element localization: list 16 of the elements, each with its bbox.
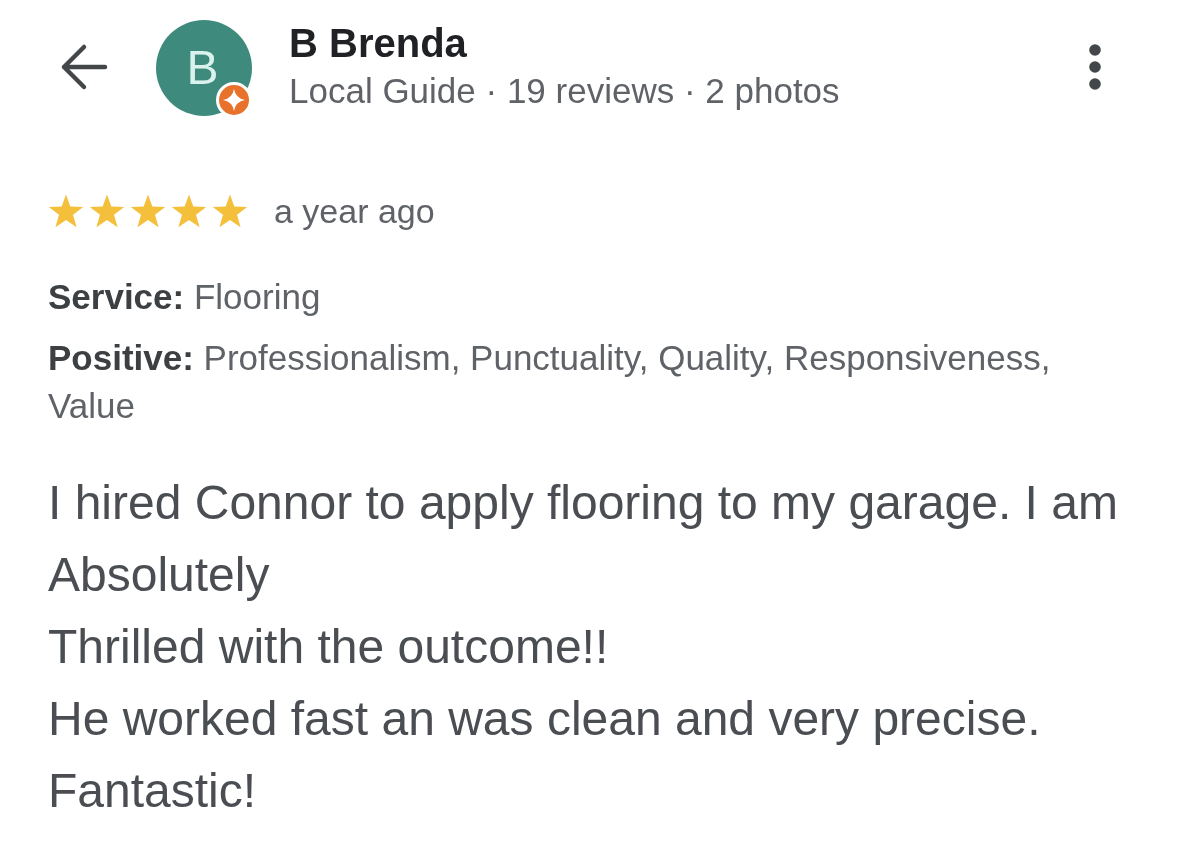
review-text: I hired Connor to apply flooring to my garage. I am Absolutely Thrilled with the outcome!! He worked fast an was clean and very precise. Fantastic! xyxy=(48,475,1119,819)
review-attribute: Positive: Professionalism, Punctuality, Quality, Responsiveness, Value xyxy=(48,337,1052,427)
avatar-initial: B xyxy=(186,44,219,92)
reviewer-name: B Brenda xyxy=(289,20,468,66)
back-button[interactable] xyxy=(60,43,108,91)
star-icon xyxy=(171,193,207,229)
review-time: a year ago xyxy=(274,191,435,231)
star-icon xyxy=(89,193,125,229)
review-attribute: Service: Flooring xyxy=(48,276,322,318)
back-arrow-icon xyxy=(60,43,108,91)
star-icon xyxy=(48,193,84,229)
reviewer-details: Local Guide · 19 reviews · 2 photos xyxy=(289,71,840,111)
star-icon xyxy=(212,193,248,229)
more-options-icon xyxy=(1088,44,1102,90)
more-button[interactable] xyxy=(1088,44,1102,90)
star-icon xyxy=(130,193,166,229)
